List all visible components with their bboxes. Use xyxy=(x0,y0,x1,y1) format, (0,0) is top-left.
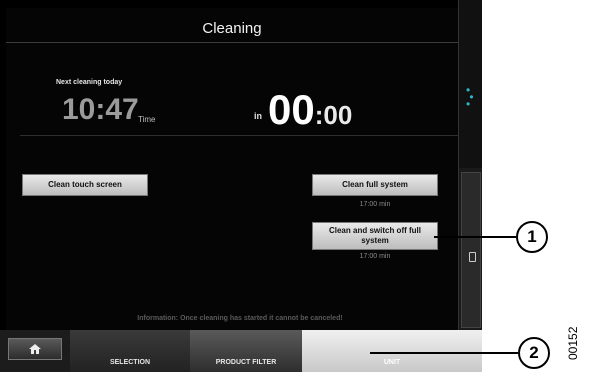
device-frame: Cleaning Next cleaning today 10:47 Time … xyxy=(0,0,482,372)
callout-1-leader xyxy=(434,236,516,238)
clean-full-system-duration: 17:00 min xyxy=(359,201,391,208)
time-unit-label: Time xyxy=(138,115,156,124)
clean-and-switch-off-button[interactable]: Clean and switch off full system xyxy=(312,222,438,250)
water-drops-icon: • • • xyxy=(466,83,474,111)
right-sidebar: • • • xyxy=(458,0,482,330)
home-icon xyxy=(29,344,41,354)
tab-product-filter[interactable]: PRODUCT FILTER xyxy=(190,330,302,372)
countdown-display: 00:00 xyxy=(268,86,352,134)
tab-unit[interactable]: UNIT xyxy=(302,330,482,372)
callout-2: 2 xyxy=(518,337,550,369)
tab-selection[interactable]: SELECTION xyxy=(70,330,190,372)
in-label: in xyxy=(254,111,262,121)
countdown-hours: 00 xyxy=(268,86,315,133)
callout-1: 1 xyxy=(516,221,548,253)
cleaning-screen: Cleaning Next cleaning today 10:47 Time … xyxy=(6,8,458,330)
clean-switch-off-duration: 17:00 min xyxy=(359,253,391,260)
sidebar-top-panel[interactable]: • • • xyxy=(459,0,482,168)
home-button[interactable] xyxy=(8,338,62,360)
next-cleaning-label: Next cleaning today xyxy=(56,79,123,86)
title-divider xyxy=(6,42,458,43)
countdown-minutes: :00 xyxy=(314,100,353,130)
next-cleaning-time: 10:47 xyxy=(62,93,139,126)
document-id: 00152 xyxy=(566,326,580,360)
bottle-icon xyxy=(469,252,476,262)
info-message: Information: Once cleaning has started i… xyxy=(137,315,343,322)
clean-full-system-button[interactable]: Clean full system xyxy=(312,174,438,196)
sidebar-bottom-panel[interactable] xyxy=(461,172,481,328)
page-title: Cleaning xyxy=(202,20,262,37)
bottom-nav: SELECTION PRODUCT FILTER UNIT xyxy=(0,330,482,372)
section-divider xyxy=(20,135,458,136)
callout-2-leader xyxy=(370,352,518,354)
clean-touch-screen-button[interactable]: Clean touch screen xyxy=(22,174,148,196)
